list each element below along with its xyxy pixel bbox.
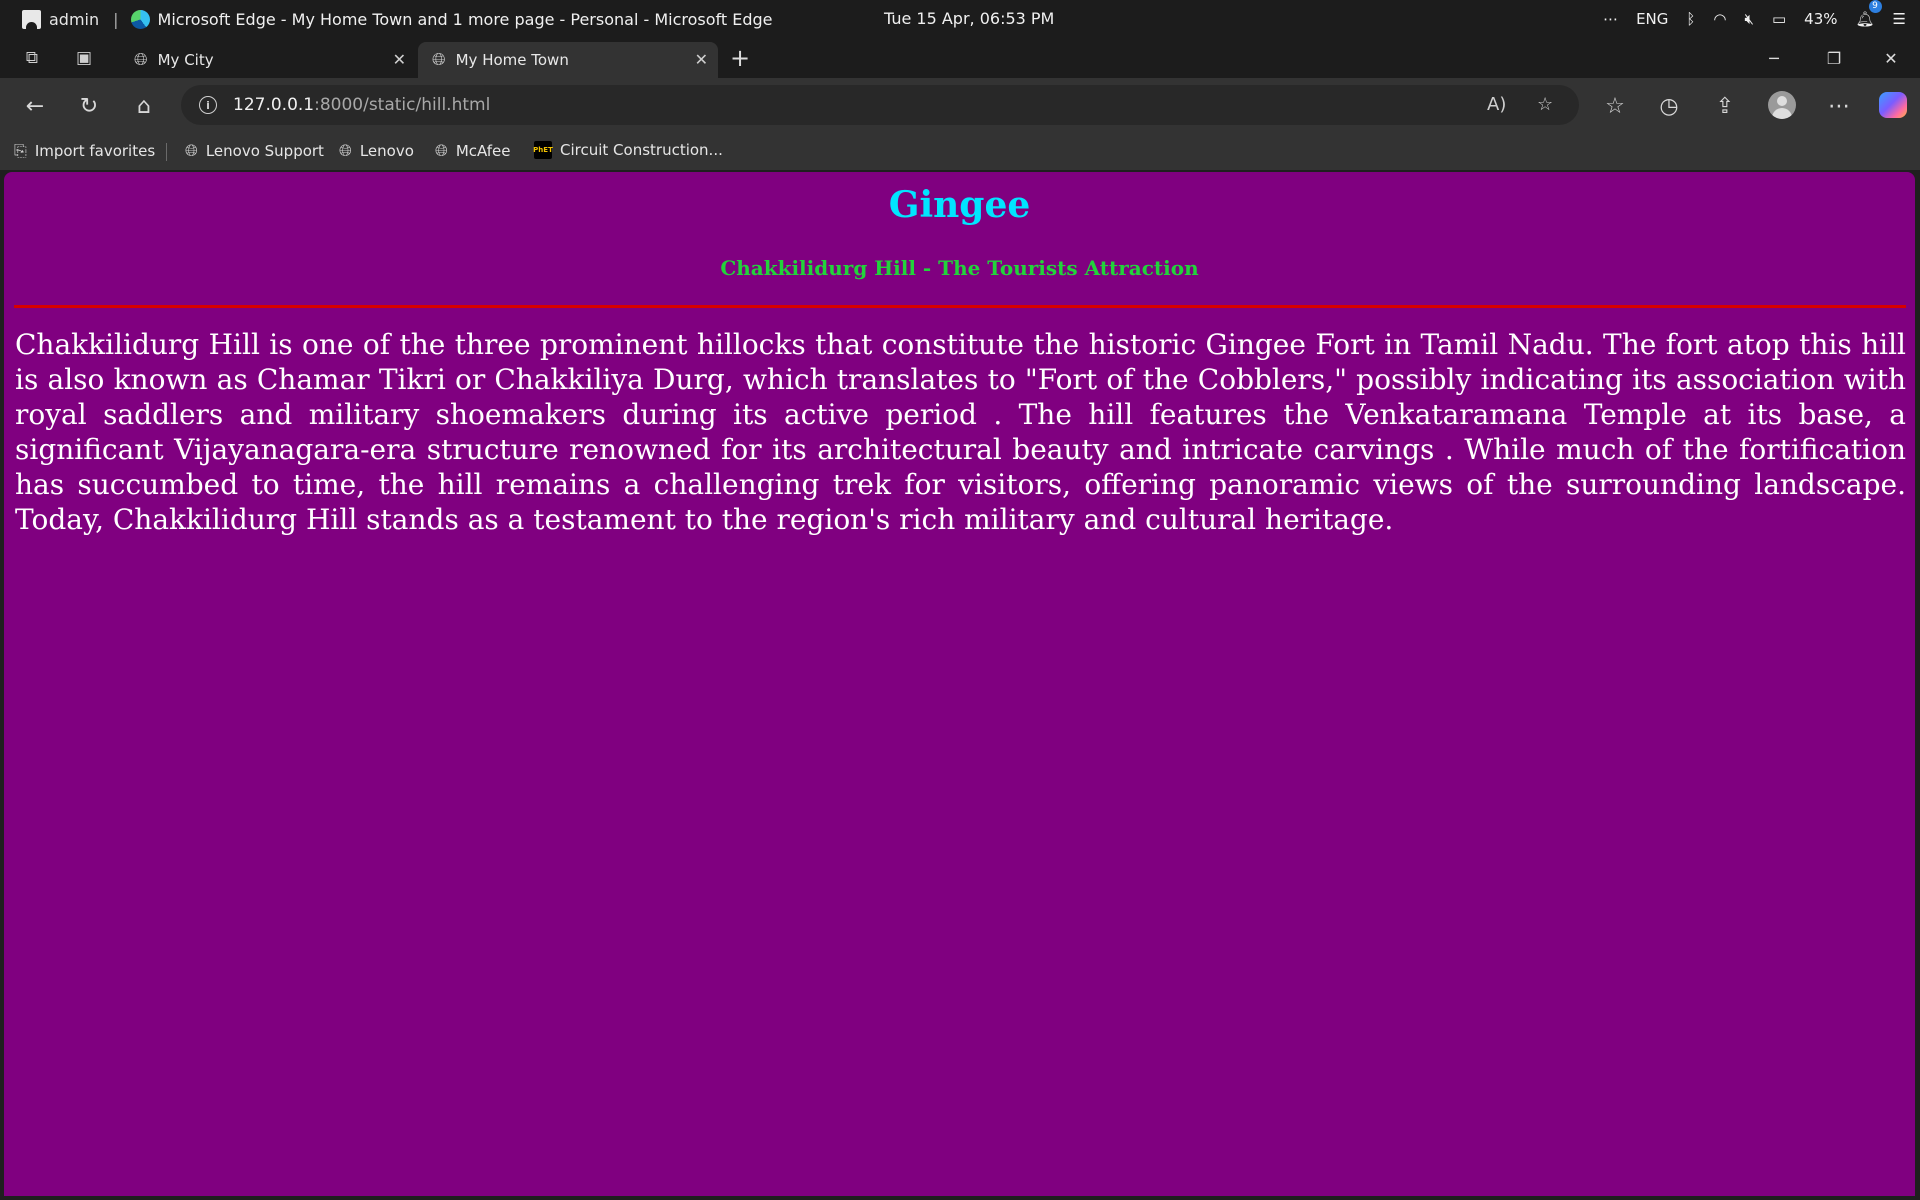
favorite-label: Import favorites [34,142,156,160]
globe-icon: 🌐︎ [432,50,446,70]
system-title-bar: admin | Microsoft Edge - My Home Town an… [0,0,1920,38]
tab-strip: ⧉ ▣ 🌐︎ My City ✕ 🌐︎ My Home Town ✕ + ─ ❐… [0,38,1920,78]
system-bar-left: admin | Microsoft Edge - My Home Town an… [0,0,773,38]
edge-logo-icon [130,9,150,29]
share-icon[interactable]: ⇪ [1710,91,1740,121]
horizontal-rule [14,305,1906,308]
close-tab-icon[interactable]: ✕ [695,50,708,69]
globe-icon: 🌐︎ [185,141,198,160]
page-viewport: Gingee Chakkilidurg Hill - The Tourists … [4,172,1915,1196]
tab-my-home-town[interactable]: 🌐︎ My Home Town ✕ [418,42,718,78]
user-icon [22,9,41,29]
import-icon: ⎘ [14,141,27,160]
page-subtitle: Chakkilidurg Hill - The Tourists Attract… [720,256,1199,280]
copilot-icon[interactable] [1879,92,1907,118]
favorites-bar: ⎘ Import favorites 🌐︎ Lenovo Support 🌐︎ … [0,132,1920,170]
page-paragraph: Chakkilidurg Hill is one of the three pr… [15,328,1906,536]
ellipsis-icon[interactable]: ⋯ [1603,10,1618,28]
tab-my-city[interactable]: 🌐︎ My City ✕ [120,42,416,78]
favorite-label: Lenovo [359,142,414,160]
settings-more-icon[interactable]: ⋯ [1824,91,1854,121]
favorite-circuit-construction[interactable]: PhET Circuit Construction... [533,141,723,159]
favorite-star-icon[interactable]: ☆ [1537,94,1553,115]
refresh-icon[interactable]: ↻ [74,91,104,121]
phet-icon: PhET [533,141,553,159]
favorites-icon[interactable]: ☆ [1600,91,1630,121]
home-icon[interactable]: ⌂ [129,91,159,121]
user-name: admin [49,9,100,29]
bluetooth-icon[interactable]: ᛒ [1686,10,1695,28]
new-tab-icon[interactable]: + [730,44,750,72]
favorite-label: Lenovo Support [205,142,324,160]
favorite-label: Circuit Construction... [560,141,723,159]
back-icon[interactable]: ← [20,91,50,121]
wifi-icon[interactable]: ◠ [1713,10,1726,28]
language-indicator[interactable]: ENG [1636,10,1668,28]
minimize-icon[interactable]: ─ [1747,38,1801,78]
battery-icon[interactable]: ▭ [1772,10,1786,28]
notification-bell-icon[interactable]: 🔔︎ 9 [1856,0,1882,28]
favorite-label: McAfee [455,142,511,160]
close-window-icon[interactable]: ✕ [1864,38,1918,78]
close-tab-icon[interactable]: ✕ [393,50,406,69]
favorite-lenovo[interactable]: 🌐︎ Lenovo [339,141,414,161]
title-separator: | [113,9,119,29]
clock[interactable]: Tue 15 Apr, 06:53 PM [884,0,1054,38]
volume-muted-icon[interactable]: 🔇︎ [1745,10,1754,28]
notification-count: 9 [1868,0,1882,13]
read-aloud-icon[interactable]: A) [1487,94,1506,115]
history-icon[interactable]: ◷ [1654,91,1684,121]
tab-label: My City [157,51,214,69]
url-host: 127.0.0.1 [233,95,315,115]
system-tray: ⋯ ENG ᛒ ◠ 🔇︎ ▭ 43% 🔔︎ 9 ☰ [1603,0,1906,38]
navigation-bar: ← ↻ ⌂ i 127.0.0.1:8000/static/hill.html … [0,78,1920,132]
page-title: Gingee [888,184,1031,226]
favorite-lenovo-support[interactable]: 🌐︎ Lenovo Support [185,141,324,161]
window-title: Microsoft Edge - My Home Town and 1 more… [157,9,773,29]
restore-icon[interactable]: ❐ [1807,38,1861,78]
favorites-divider [166,143,167,161]
vertical-tabs-icon[interactable]: ▣ [70,44,98,72]
url-path: :8000/static/hill.html [314,95,491,115]
globe-icon: 🌐︎ [134,50,148,70]
favorite-mcafee[interactable]: 🌐︎ McAfee [435,141,510,161]
tab-label: My Home Town [455,51,569,69]
profile-avatar[interactable] [1768,91,1796,119]
address-bar[interactable]: i 127.0.0.1:8000/static/hill.html A) ☆ [181,85,1579,125]
globe-icon: 🌐︎ [435,141,448,160]
site-info-icon[interactable]: i [199,96,217,114]
quick-settings-icon[interactable]: ☰ [1893,10,1906,28]
favorite-import[interactable]: ⎘ Import favorites [14,141,155,161]
globe-icon: 🌐︎ [339,141,352,160]
workspaces-icon[interactable]: ⧉ [18,44,46,72]
battery-percent[interactable]: 43% [1804,10,1837,28]
